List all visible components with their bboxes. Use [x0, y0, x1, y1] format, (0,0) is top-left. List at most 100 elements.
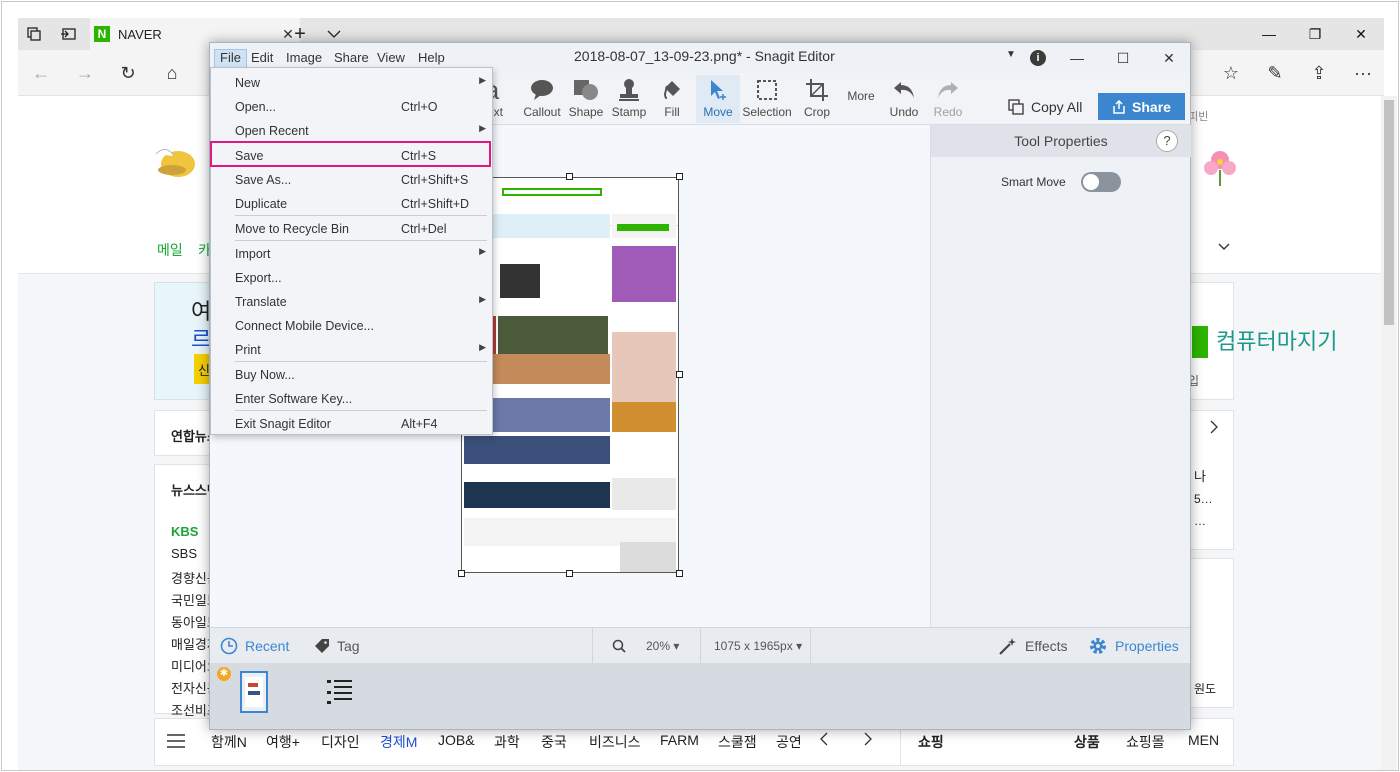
- more-menu-chevron-icon[interactable]: [1218, 238, 1230, 254]
- minimize-button[interactable]: —: [1246, 18, 1292, 50]
- tool-more[interactable]: More: [842, 75, 880, 123]
- forward-button[interactable]: →: [68, 56, 102, 90]
- tool-redo[interactable]: Redo: [930, 75, 966, 123]
- category-item[interactable]: 함께N: [211, 732, 247, 752]
- menu-file[interactable]: File: [214, 49, 247, 69]
- smart-move-toggle[interactable]: [1081, 172, 1121, 192]
- menu-item-software-key[interactable]: Enter Software Key...: [211, 387, 492, 411]
- press-item[interactable]: KBS: [171, 524, 198, 539]
- category-item-active[interactable]: 경제M: [380, 732, 417, 752]
- login-button[interactable]: [1192, 326, 1208, 358]
- menu-item-label: Save As...: [235, 173, 292, 187]
- menu-item-shortcut: Ctrl+Del: [401, 222, 447, 236]
- category-item[interactable]: JOB&: [438, 732, 475, 748]
- menu-image[interactable]: Image: [281, 49, 327, 69]
- menu-item-label: Exit Snagit Editor: [235, 417, 331, 431]
- refresh-button[interactable]: ↻: [111, 56, 145, 90]
- snagit-close-button[interactable]: ✕: [1146, 45, 1192, 71]
- help-button[interactable]: ?: [1156, 130, 1178, 152]
- menu-item-duplicate[interactable]: Duplicate Ctrl+Shift+D: [211, 192, 492, 216]
- menu-item-connect-mobile[interactable]: Connect Mobile Device...: [211, 314, 492, 338]
- resize-handle[interactable]: [566, 570, 573, 577]
- resize-handle[interactable]: [566, 173, 573, 180]
- resize-handle[interactable]: [676, 371, 683, 378]
- category-item[interactable]: 비즈니스: [589, 732, 641, 752]
- thumb-photo: [612, 402, 676, 432]
- menu-item-print[interactable]: Print ▶: [211, 338, 492, 362]
- category-item[interactable]: 과학: [494, 732, 520, 752]
- scrollbar-thumb[interactable]: [1384, 100, 1394, 325]
- info-icon[interactable]: i: [1030, 50, 1046, 66]
- zoom-icon[interactable]: [612, 628, 626, 664]
- menu-help[interactable]: Help: [413, 49, 450, 69]
- menu-view[interactable]: View: [372, 49, 410, 69]
- shopping-title[interactable]: 쇼핑: [918, 732, 944, 752]
- share-page-icon[interactable]: ⇪: [1302, 56, 1336, 90]
- next-chevron-icon[interactable]: [1210, 420, 1218, 437]
- tool-fill[interactable]: Fill: [654, 75, 690, 123]
- properties-button[interactable]: Properties: [1088, 628, 1179, 664]
- menu-item-buy-now[interactable]: Buy Now...: [211, 363, 492, 387]
- tool-selection[interactable]: Selection: [740, 75, 794, 123]
- menu-share[interactable]: Share: [329, 49, 374, 69]
- effects-button[interactable]: Effects: [998, 628, 1068, 664]
- tag-button[interactable]: Tag: [314, 628, 360, 664]
- menu-item-new[interactable]: New ▶: [211, 71, 492, 95]
- zoom-dropdown[interactable]: 20% ▾: [646, 628, 679, 664]
- press-item[interactable]: SBS: [171, 546, 197, 561]
- tool-stamp[interactable]: Stamp: [608, 75, 650, 123]
- menu-item-export[interactable]: Export...: [211, 266, 492, 290]
- resize-handle[interactable]: [676, 173, 683, 180]
- snagit-maximize-button[interactable]: ☐: [1100, 45, 1146, 71]
- menu-item-translate[interactable]: Translate ▶: [211, 290, 492, 314]
- share-button[interactable]: Share: [1098, 93, 1185, 120]
- menu-edit[interactable]: Edit: [246, 49, 278, 69]
- pen-icon[interactable]: ✎: [1258, 56, 1292, 90]
- resize-handle[interactable]: [458, 570, 465, 577]
- tool-shape[interactable]: Shape: [566, 75, 606, 123]
- shopping-tab[interactable]: MEN: [1188, 732, 1219, 748]
- tab-set-aside-icon[interactable]: [18, 18, 50, 50]
- tool-move[interactable]: Move: [696, 75, 740, 123]
- captured-screenshot[interactable]: [461, 177, 679, 573]
- menu-item-open[interactable]: Open... Ctrl+O: [211, 95, 492, 119]
- tool-crop[interactable]: Crop: [798, 75, 836, 123]
- recent-button[interactable]: Recent: [220, 628, 289, 664]
- close-button[interactable]: ✕: [1338, 18, 1384, 50]
- account-dropdown-icon[interactable]: ▼: [1006, 49, 1016, 60]
- tray-thumbnail[interactable]: [240, 671, 268, 713]
- category-item[interactable]: 여행+: [266, 732, 300, 752]
- tab-preview-icon[interactable]: [52, 18, 84, 50]
- snagit-minimize-button[interactable]: —: [1054, 45, 1100, 71]
- menu-item-save-as[interactable]: Save As... Ctrl+Shift+S: [211, 168, 492, 192]
- menu-item-import[interactable]: Import ▶: [211, 242, 492, 266]
- tray-list-view-icon[interactable]: [326, 679, 354, 705]
- copy-all-button[interactable]: Copy All: [1008, 99, 1082, 115]
- tool-undo[interactable]: Undo: [886, 75, 922, 123]
- category-item[interactable]: 디자인: [321, 732, 360, 752]
- category-item[interactable]: 공연: [776, 732, 800, 752]
- category-item[interactable]: 스쿨잼: [718, 732, 757, 752]
- category-item[interactable]: FARM: [660, 732, 699, 748]
- menu-item-save[interactable]: Save Ctrl+S: [211, 144, 492, 168]
- menu-item-exit[interactable]: Exit Snagit Editor Alt+F4: [211, 412, 492, 436]
- shopping-tab[interactable]: 쇼핑몰: [1126, 732, 1165, 752]
- prev-chevron-icon[interactable]: [820, 732, 828, 749]
- more-icon[interactable]: ···: [1346, 56, 1380, 90]
- home-button[interactable]: ⌂: [155, 56, 189, 90]
- menu-item-open-recent[interactable]: Open Recent ▶: [211, 119, 492, 143]
- tool-callout[interactable]: Callout: [518, 75, 566, 123]
- resize-handle[interactable]: [676, 570, 683, 577]
- page-scrollbar[interactable]: [1381, 96, 1397, 770]
- category-item[interactable]: 중국: [541, 732, 567, 752]
- favorites-icon[interactable]: ☆: [1214, 56, 1248, 90]
- menu-mail[interactable]: 메일: [157, 240, 183, 260]
- back-button[interactable]: ←: [24, 56, 58, 90]
- next-chevron-icon[interactable]: [864, 732, 872, 749]
- menu-item-recycle[interactable]: Move to Recycle Bin Ctrl+Del: [211, 217, 492, 241]
- restore-button[interactable]: ❐: [1292, 18, 1338, 50]
- hamburger-icon[interactable]: [166, 734, 186, 748]
- naver-logo-doodle: [152, 140, 198, 182]
- dimensions-dropdown[interactable]: 1075 x 1965px ▾: [714, 628, 802, 664]
- shopping-tab[interactable]: 상품: [1074, 732, 1100, 752]
